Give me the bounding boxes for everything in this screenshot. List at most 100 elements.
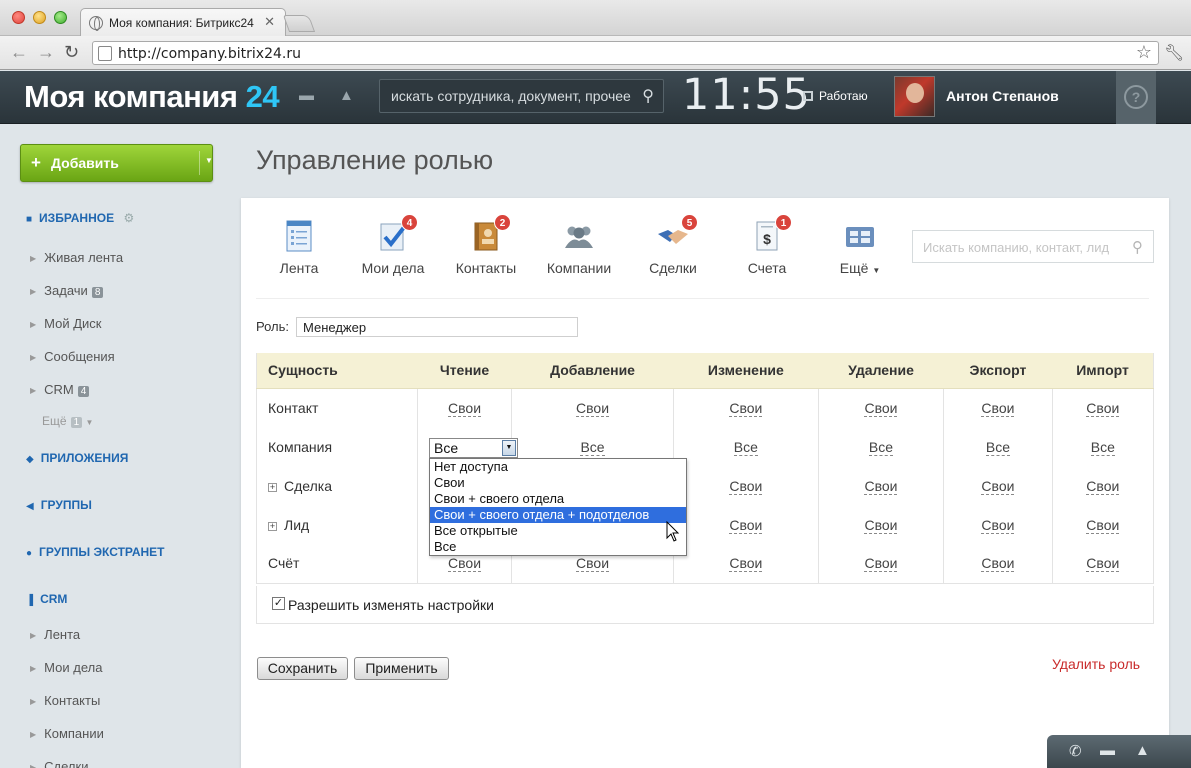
toolbar-feed[interactable]: Лента <box>254 220 344 276</box>
sidebar-crm-companies[interactable]: ▶ Компании <box>30 726 104 741</box>
table-cell: Свои <box>672 505 819 544</box>
logo-number: 24 <box>245 79 280 114</box>
toolbar-deals[interactable]: 5 Сделки <box>628 214 718 276</box>
sidebar-more[interactable]: Ещё 1 ▼ <box>42 414 93 428</box>
notifications-bell-icon[interactable]: ▲ <box>339 87 354 104</box>
help-icon: ? <box>1124 85 1148 109</box>
search-icon[interactable]: ⚲ <box>1132 238 1143 256</box>
dropdown-option[interactable]: Нет доступа <box>430 459 686 475</box>
work-status[interactable]: Работаю <box>803 89 868 103</box>
dropdown-option[interactable]: Свои + своего отдела <box>430 491 686 507</box>
dropdown-option[interactable]: Все открытые <box>430 523 686 539</box>
dropdown-option-highlighted[interactable]: Свои + своего отдела + подотделов <box>430 507 686 523</box>
permission-link[interactable]: Свои <box>729 516 763 534</box>
delete-role-link[interactable]: Удалить роль <box>1052 656 1140 672</box>
chat-icon[interactable]: ▬ <box>1100 742 1115 759</box>
toolbar-more[interactable]: Ещё ▼ <box>815 220 905 276</box>
save-button[interactable]: Сохранить <box>257 657 348 680</box>
avatar[interactable] <box>894 76 935 117</box>
dropdown-option[interactable]: Все <box>430 539 686 555</box>
minimize-window-button[interactable] <box>33 11 46 24</box>
gear-icon[interactable]: ⚙ <box>123 211 134 225</box>
forward-icon[interactable]: → <box>37 42 55 63</box>
chevron-right-icon: ▶ <box>30 386 37 395</box>
back-icon[interactable]: ← <box>10 42 28 63</box>
close-window-button[interactable] <box>12 11 25 24</box>
permission-link[interactable]: Свои <box>1086 399 1120 417</box>
toolbar-my-tasks[interactable]: 4 Мои дела <box>348 214 438 276</box>
permission-link[interactable]: Свои <box>864 477 898 495</box>
permission-link[interactable]: Все <box>733 438 758 456</box>
sidebar-crm-contacts[interactable]: ▶ Контакты <box>30 693 100 708</box>
user-name[interactable]: Антон Степанов <box>946 88 1059 104</box>
allow-settings-checkbox[interactable]: ✓ <box>272 597 285 610</box>
messages-icon[interactable]: ▬ <box>299 87 314 104</box>
phone-icon[interactable]: ✆ <box>1069 742 1082 760</box>
sidebar-item-label: Лента <box>44 627 81 642</box>
permission-link[interactable]: Свои <box>576 399 610 417</box>
permission-link[interactable]: Свои <box>729 477 763 495</box>
permission-link[interactable]: Свои <box>864 516 898 534</box>
allow-settings-row: ✓ Разрешить изменять настройки <box>256 586 1154 624</box>
crm-search-input[interactable]: Искать компанию, контакт, лид ⚲ <box>912 230 1154 263</box>
sidebar-item-tasks[interactable]: ▶ Задачи 8 <box>30 283 104 298</box>
permission-link[interactable]: Свои <box>729 399 763 417</box>
more-icon <box>846 227 874 247</box>
new-tab-button[interactable] <box>282 15 316 32</box>
select-arrow-icon[interactable]: ▼ <box>502 440 516 456</box>
sidebar-item-my-drive[interactable]: ▶ Мой Диск <box>30 316 102 331</box>
permission-link[interactable]: Все <box>868 438 894 456</box>
permission-link[interactable]: Свои <box>1086 555 1120 573</box>
toolbar-invoices[interactable]: $1 Счета <box>722 214 812 276</box>
permission-link[interactable]: Свои <box>1086 477 1120 495</box>
toolbar-contacts[interactable]: 2 Контакты <box>441 214 531 276</box>
permission-link[interactable]: Свои <box>981 477 1015 495</box>
permission-link[interactable]: Свои <box>1086 516 1120 534</box>
sidebar-crm-deals[interactable]: ▶ Сделки <box>30 759 88 768</box>
address-bar[interactable]: http://company.bitrix24.ru ☆ <box>92 41 1159 65</box>
browser-tab[interactable]: Моя компания: Битрикс24 ✕ <box>80 8 286 36</box>
permission-link[interactable]: Свои <box>981 516 1015 534</box>
permission-link[interactable]: Свои <box>448 399 482 417</box>
sidebar-section-favorites[interactable]: ■ ИЗБРАННОЕ ⚙ <box>26 211 134 225</box>
bookmark-star-icon[interactable]: ☆ <box>1136 42 1152 63</box>
zoom-window-button[interactable] <box>54 11 67 24</box>
close-tab-icon[interactable]: ✕ <box>264 14 275 30</box>
permission-link[interactable]: Свои <box>864 399 898 417</box>
expand-icon[interactable]: + <box>268 521 277 531</box>
bell-icon[interactable]: ▲ <box>1135 742 1150 759</box>
chevron-down-icon[interactable]: ▼ <box>205 156 213 165</box>
permission-link[interactable]: Свои <box>981 399 1015 417</box>
sidebar-item-live-feed[interactable]: ▶ Живая лента <box>30 250 123 265</box>
role-name-input[interactable] <box>296 317 578 337</box>
permission-link[interactable]: Все <box>985 438 1010 456</box>
search-icon[interactable]: ⚲ <box>642 86 654 106</box>
permission-link[interactable]: Все <box>1090 438 1115 456</box>
permission-link[interactable]: Свои <box>576 555 610 573</box>
dropdown-option[interactable]: Свои <box>430 475 686 491</box>
apply-button[interactable]: Применить <box>354 657 449 680</box>
permission-link[interactable]: Все <box>580 438 605 456</box>
reload-icon[interactable]: ↻ <box>64 42 79 63</box>
wrench-icon[interactable]: 🔧︎ <box>1164 43 1184 63</box>
expand-icon[interactable]: + <box>268 482 277 492</box>
sidebar-section-extranet[interactable]: ● ГРУППЫ ЭКСТРАНЕТ <box>26 545 165 559</box>
sidebar-crm-tasks[interactable]: ▶ Мои дела <box>30 660 102 675</box>
clock[interactable]: 11:55 <box>682 70 811 120</box>
help-button[interactable]: ? <box>1116 71 1156 124</box>
sidebar-section-apps[interactable]: ◆ ПРИЛОЖЕНИЯ <box>26 451 128 465</box>
logo[interactable]: Моя компания 24 <box>24 79 280 115</box>
global-search-input[interactable]: искать сотрудника, документ, прочее ⚲ <box>379 79 664 113</box>
permission-select[interactable]: Все ▼ <box>429 438 518 458</box>
permission-link[interactable]: Свои <box>729 555 763 573</box>
sidebar-section-crm[interactable]: ▐ CRM <box>26 592 67 606</box>
toolbar-companies[interactable]: Компании <box>534 220 624 276</box>
add-button[interactable]: + Добавить ▼ <box>20 144 213 182</box>
permission-link[interactable]: Свои <box>864 555 898 573</box>
permission-link[interactable]: Свои <box>981 555 1015 573</box>
permission-link[interactable]: Свои <box>448 555 482 573</box>
sidebar-item-crm[interactable]: ▶ CRM 4 <box>30 382 90 397</box>
sidebar-item-messages[interactable]: ▶ Сообщения <box>30 349 115 364</box>
sidebar-section-groups[interactable]: ◀ ГРУППЫ <box>26 498 92 512</box>
sidebar-crm-feed[interactable]: ▶ Лента <box>30 627 80 642</box>
